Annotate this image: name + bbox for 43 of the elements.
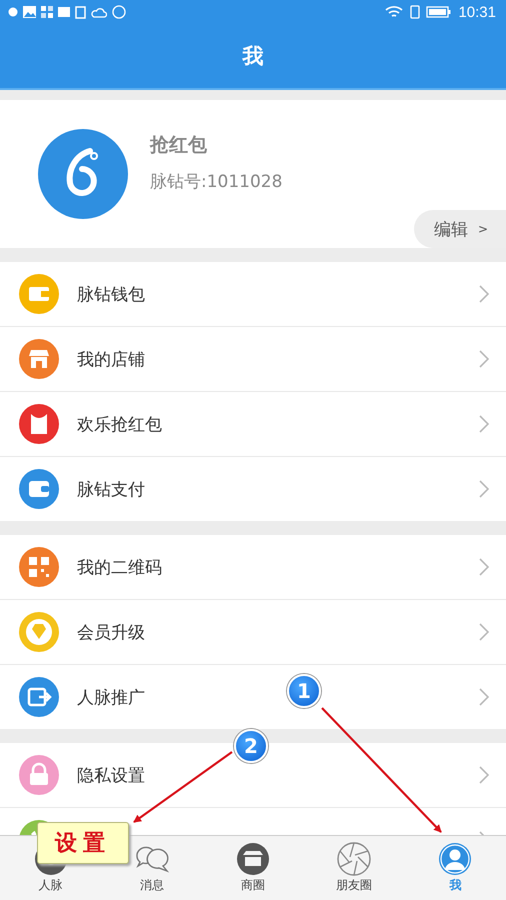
chevron-right-icon [478,765,490,785]
lock-icon [19,755,59,795]
battery-icon [426,4,452,20]
step-number-tooltip: 2 [234,729,268,763]
wallet-icon [19,274,59,314]
clock-time: 10:31 [458,4,496,20]
share-icon [19,677,59,717]
more-icon [112,5,126,19]
chevron-right-icon [478,479,490,499]
shop-icon [234,842,272,876]
image-icon [23,6,36,18]
menu-item[interactable]: 我的店铺 [77,348,145,370]
qr-icon [19,547,59,587]
edit-button[interactable]: 编辑 > [414,210,506,248]
menu-item[interactable]: 脉钻钱包 [77,282,145,306]
callout-tooltip: 设置 [37,822,129,864]
sim-icon [410,4,420,20]
menu-item[interactable]: 人脉推广 [77,686,145,708]
tab[interactable]: 朋友圈 [304,836,405,900]
pay-icon [19,469,59,509]
tab[interactable]: 商圈 [202,836,304,900]
chevron-right-icon [478,557,490,577]
cloud-icon [91,6,107,18]
redpacket-icon [19,404,59,444]
chevron-right-icon [478,622,490,642]
menu-item[interactable]: 隐私设置 [77,764,145,786]
chevron-right-icon [478,284,490,304]
trash-icon [75,6,86,18]
menu-item[interactable]: 脉钻支付 [77,478,145,500]
aperture-icon [335,842,374,876]
menu-item[interactable]: 欢乐抢红包 [77,412,162,436]
grid-icon [41,6,53,18]
chevron-right-icon [478,687,490,707]
profile-name: 抢红包 [150,132,208,158]
account-number: 脉钻号:1011028 [150,170,282,192]
app-notification-icon [8,6,18,18]
page-title: 我 [242,43,264,70]
chevron-right-icon [478,349,490,369]
chevron: > [478,222,488,236]
menu-item[interactable]: 会员升级 [77,620,145,644]
menu-item[interactable]: 我的二维码 [77,556,162,578]
store-icon [19,339,59,379]
chevron-right-icon [478,414,490,434]
